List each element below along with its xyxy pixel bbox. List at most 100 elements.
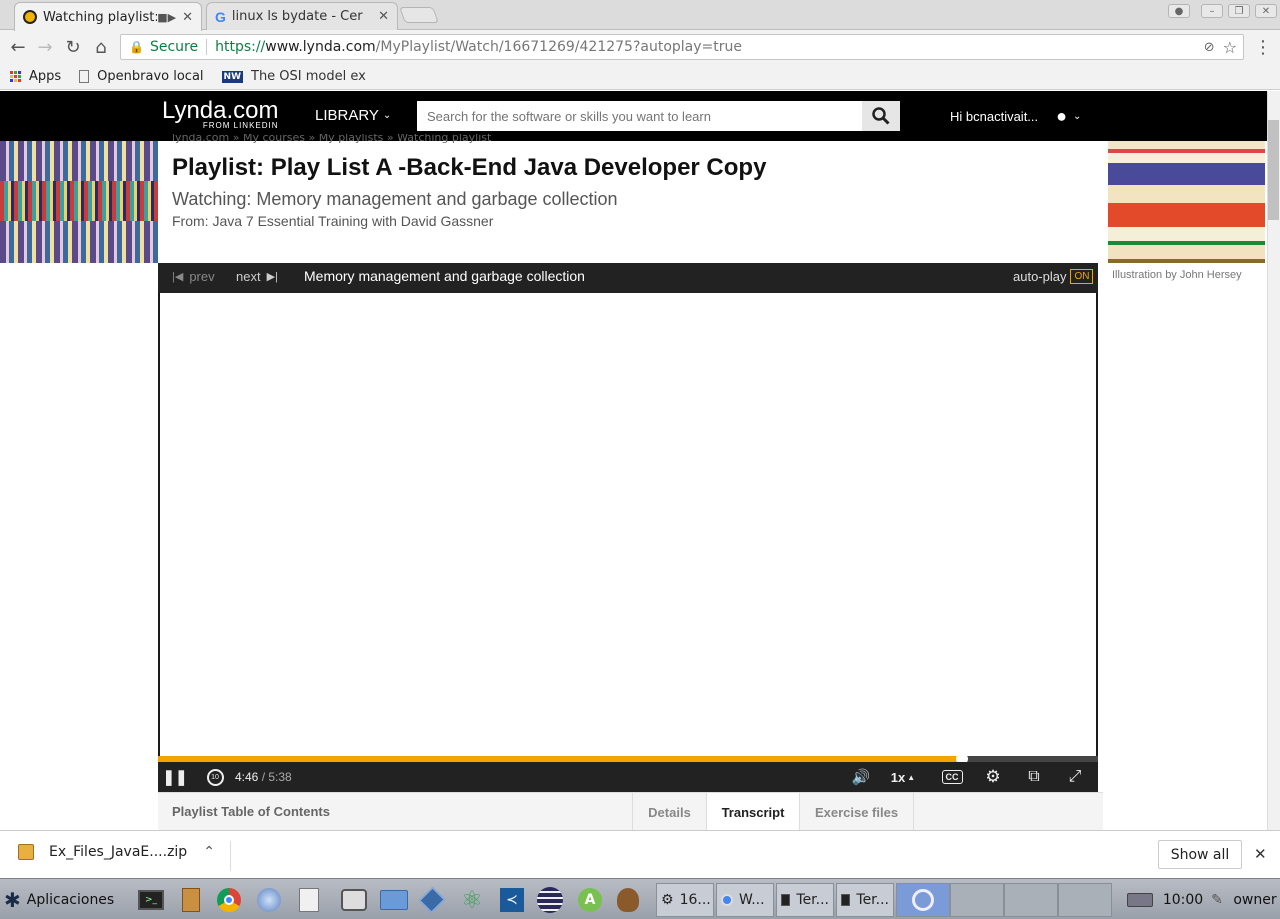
bookmark-star-icon[interactable]: ☆ [1223, 38, 1237, 57]
virtualbox-launcher-icon[interactable] [416, 883, 448, 917]
android-studio-launcher-icon[interactable]: A [574, 883, 606, 917]
settings-gear-icon[interactable]: ⚙ [982, 762, 1004, 792]
menu-icon[interactable]: ⋮ [1252, 36, 1274, 58]
banner-illustration-left [0, 141, 158, 263]
bookmark-osi-model[interactable]: NW The OSI model ex [221, 69, 366, 84]
library-menu[interactable]: LIBRARY ⌄ [315, 107, 391, 124]
back-arrow-icon[interactable]: ← [7, 36, 29, 58]
search-input[interactable] [417, 101, 862, 131]
taskbar-window-4[interactable]: Ter... [836, 883, 894, 917]
chevron-up-icon[interactable]: ⌃ [203, 844, 215, 860]
closed-captions-button[interactable]: CC [940, 762, 964, 792]
home-icon[interactable]: ⌂ [90, 36, 112, 58]
cc-icon: CC [941, 770, 963, 784]
download-item[interactable]: Ex_Files_JavaE....zip ⌃ [18, 844, 215, 860]
workspace-2[interactable] [950, 883, 1004, 917]
web-browser-launcher-icon[interactable] [254, 883, 284, 917]
speed-button[interactable]: 1x ▲ [888, 762, 918, 792]
reload-icon[interactable]: ↻ [62, 36, 84, 58]
lynda-favicon-icon [23, 10, 37, 24]
address-bar[interactable]: 🔒 Secure https:// www.lynda.com /MyPlayl… [120, 34, 1244, 60]
blocked-popup-icon[interactable]: ⊘ [1204, 40, 1215, 55]
player-controls: ❚❚ 10 4:46 / 5:38 🔊 1x ▲ CC ⚙ ⧉ ⤢ [158, 762, 1098, 792]
scrollbar-thumb[interactable] [1268, 120, 1279, 220]
speaker-icon[interactable]: ■▶ [157, 11, 176, 24]
url-path: /MyPlaylist/Watch/16671269/421275?autopl… [375, 39, 742, 55]
bookmark-label: Apps [29, 69, 62, 84]
show-all-button[interactable]: Show all [1158, 840, 1242, 869]
notes-launcher-icon[interactable] [176, 883, 206, 917]
network-icon[interactable] [1124, 883, 1156, 917]
autoplay-toggle[interactable]: auto-play ON [1013, 269, 1094, 284]
browser-tab-strip: Watching playlist: ■▶ ✕ G linux ls bydat… [0, 0, 1280, 31]
vscode-launcher-icon[interactable]: ≺ [496, 883, 528, 917]
bookmark-openbravo[interactable]: Openbravo local [79, 69, 204, 84]
fullscreen-icon[interactable]: ⤢ [1064, 762, 1086, 792]
atom-launcher-icon[interactable]: ⚛ [456, 883, 488, 917]
files-launcher-icon[interactable] [378, 883, 410, 917]
watching-subtitle: Watching: Memory management and garbage … [172, 189, 618, 209]
bookmark-apps[interactable]: Apps [10, 69, 61, 84]
taskbar-window-1[interactable]: ⚙ 16... [656, 883, 714, 917]
pause-icon[interactable]: ❚❚ [162, 762, 187, 792]
eclipse-launcher-icon[interactable] [534, 883, 566, 917]
gear-icon: ⚙ [661, 892, 674, 908]
close-tab-icon[interactable]: ✕ [182, 10, 193, 25]
minimize-button[interactable]: – [1201, 4, 1223, 18]
restore-button[interactable]: ❐ [1228, 4, 1250, 18]
workspace-3[interactable] [1004, 883, 1058, 917]
volume-icon[interactable]: 🔊 [848, 762, 874, 792]
close-window-button[interactable]: ✕ [1255, 4, 1277, 18]
new-tab-button[interactable] [399, 7, 439, 23]
lock-icon: 🔒 [129, 40, 144, 54]
close-downloads-icon[interactable]: ✕ [1254, 845, 1267, 863]
user-icon[interactable]: ✎ [1206, 883, 1228, 917]
prev-button[interactable]: |◀ prev [172, 269, 215, 284]
workspace-4[interactable] [1058, 883, 1112, 917]
window-label: Ter... [796, 892, 829, 908]
apps-menu-icon: ✱ [4, 888, 21, 912]
terminal-icon [841, 894, 851, 906]
rewind-10-button[interactable]: 10 [204, 762, 226, 792]
taskbar-window-2[interactable]: W... [716, 883, 774, 917]
popout-icon[interactable]: ⧉ [1022, 762, 1046, 792]
lynda-logo[interactable]: Lynda.com FROM LINKEDIN [162, 99, 279, 131]
playlist-toc-heading[interactable]: Playlist Table of Contents [172, 804, 330, 819]
acorn-launcher-icon[interactable] [612, 883, 644, 917]
tab-watching-playlist[interactable]: Watching playlist: ■▶ ✕ [14, 2, 202, 31]
autoplay-state-badge: ON [1070, 269, 1094, 284]
terminal-launcher-icon[interactable]: >_ [136, 883, 166, 917]
divider [206, 39, 208, 55]
user-menu[interactable]: Hi bcnactivait... ● ⌄ [950, 106, 1081, 127]
content-tabs: Playlist Table of Contents Details Trans… [158, 792, 1103, 831]
search-button[interactable] [862, 101, 900, 131]
profile-icon[interactable]: ● [1168, 4, 1190, 18]
taskbar-window-3[interactable]: Ter... [776, 883, 834, 917]
clock[interactable]: 10:00 [1162, 883, 1204, 917]
tab-title: Watching playlist: [43, 9, 158, 25]
user-greeting: Hi bcnactivait... [950, 109, 1039, 124]
tab-details[interactable]: Details [632, 793, 706, 831]
tab-exercise-files[interactable]: Exercise files [799, 793, 914, 831]
tab-linux-ls[interactable]: G linux ls bydate - Cer ✕ [206, 2, 398, 30]
chrome-launcher-icon[interactable] [214, 883, 244, 917]
breadcrumb[interactable]: lynda.com » My courses » My playlists » … [172, 134, 491, 144]
rewind-icon: 10 [206, 768, 224, 786]
google-favicon-icon: G [215, 8, 226, 25]
autoplay-label: auto-play [1013, 269, 1067, 284]
bookmark-label: The OSI model ex [251, 69, 366, 84]
tab-transcript[interactable]: Transcript [706, 793, 799, 831]
next-button[interactable]: next ▶| [236, 269, 278, 284]
screenshot-launcher-icon[interactable] [338, 883, 370, 917]
forward-arrow-icon[interactable]: → [34, 36, 56, 58]
applications-menu[interactable]: ✱ Aplicaciones [4, 883, 124, 917]
user-name[interactable]: owner [1232, 883, 1278, 917]
prev-label: prev [189, 269, 215, 284]
file-search-launcher-icon[interactable] [294, 883, 324, 917]
chevron-down-icon: ⌄ [382, 110, 392, 121]
bookmarks-bar: Apps Openbravo local NW The OSI model ex [0, 64, 1280, 90]
workspace-1[interactable] [896, 883, 950, 917]
close-tab-icon[interactable]: ✕ [378, 9, 389, 24]
show-all-label: Show all [1170, 846, 1230, 863]
video-area[interactable] [158, 293, 1098, 756]
